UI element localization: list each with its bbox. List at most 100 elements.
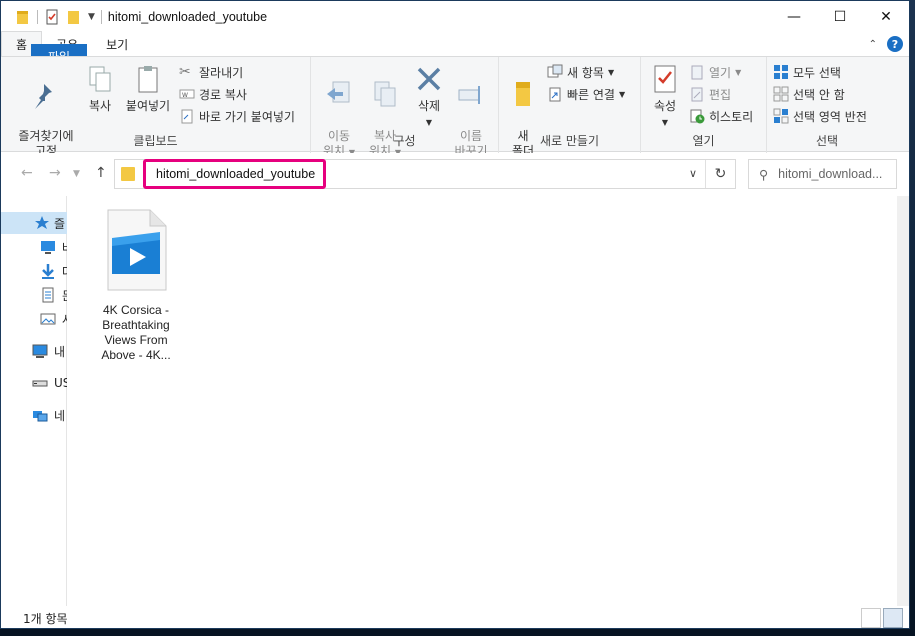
new-folder-icon[interactable] <box>66 9 82 25</box>
refresh-button[interactable]: ↻ <box>705 160 735 188</box>
cut-button[interactable]: ✂ 잘라내기 <box>179 62 243 82</box>
minimize-button[interactable]: — <box>771 1 817 32</box>
properties-icon <box>654 65 676 93</box>
delete-button[interactable]: 삭제 ▼ <box>409 63 449 130</box>
search-input[interactable]: ⚲ hitomi_download... <box>748 159 897 189</box>
tab-view[interactable]: 보기 <box>92 32 142 56</box>
download-icon <box>42 264 54 279</box>
clipboard-group-label: 클립보드 <box>133 134 178 148</box>
invert-selection-button[interactable]: 선택 영역 반전 <box>773 106 867 126</box>
properties-icon[interactable] <box>44 9 60 25</box>
edit-button[interactable]: 편집 <box>689 84 731 104</box>
open-label: 열기 <box>709 65 732 80</box>
copy-icon <box>89 66 111 92</box>
help-icon[interactable]: ? <box>887 36 903 52</box>
nav-label: 문 <box>62 287 67 304</box>
select-none-label: 선택 안 함 <box>793 87 845 102</box>
search-placeholder: hitomi_download... <box>778 167 883 181</box>
star-icon <box>35 216 49 229</box>
history-button[interactable]: 히스토리 <box>689 106 753 126</box>
open-group-label: 열기 <box>692 134 715 148</box>
nav-item-pictures[interactable]: 사 <box>1 308 67 330</box>
paste-icon <box>138 66 158 93</box>
open-icon <box>691 65 703 80</box>
new-item-button[interactable]: 새 항목 ▼ <box>547 62 614 82</box>
details-view-button[interactable] <box>861 608 881 628</box>
large-icons-view-button[interactable] <box>883 608 903 628</box>
paste-shortcut-label: 바로 가기 붙여넣기 <box>199 109 295 124</box>
nav-item-network[interactable]: 네 <box>1 404 67 426</box>
nav-label: 바 <box>62 239 67 256</box>
nav-item-downloads[interactable]: 다 <box>1 260 67 282</box>
open-group: 속성 ▼ 열기 ▼ 편집 히스토리 열기 <box>641 57 767 153</box>
nav-item-quick-access[interactable]: 즐 <box>1 212 67 234</box>
expand-ribbon-icon[interactable]: ⌃ <box>869 39 877 50</box>
ribbon-tabs: 파일 홈 공유 보기 ⌃ ? <box>1 31 909 68</box>
copy-path-label: 경로 복사 <box>199 87 247 102</box>
invert-selection-label: 선택 영역 반전 <box>793 109 867 124</box>
ribbon: 즐겨찾기에 고정 복사 붙여넣기 ✂ 잘라내기 W 경로 복사 바로 가기 붙여… <box>1 56 909 158</box>
new-item-label: 새 항목 <box>567 65 604 80</box>
close-button[interactable]: ✕ <box>863 1 909 32</box>
copy-path-icon: W <box>179 89 195 99</box>
nav-item-this-pc[interactable]: 내 <box>1 340 67 362</box>
rename-icon <box>458 86 480 104</box>
open-button[interactable]: 열기 ▼ <box>689 62 741 82</box>
scrollbar[interactable] <box>897 196 909 606</box>
back-arrow-icon[interactable]: ← <box>21 165 33 181</box>
paste-shortcut-button[interactable]: 바로 가기 붙여넣기 <box>179 106 295 126</box>
easy-access-label: 빠른 연결 <box>567 87 615 102</box>
up-arrow-icon[interactable]: ↑ <box>95 165 107 181</box>
title-bar: ▼ hitomi_downloaded_youtube — ☐ ✕ <box>1 1 909 32</box>
select-none-button[interactable]: 선택 안 함 <box>773 84 845 104</box>
folder-icon <box>121 167 135 181</box>
pc-icon <box>32 344 48 358</box>
desktop-icon <box>41 241 55 254</box>
chevron-down-icon[interactable]: ▼ <box>88 12 95 22</box>
video-file-icon <box>107 209 167 291</box>
pictures-icon <box>40 313 56 325</box>
clipboard-group: 즐겨찾기에 고정 복사 붙여넣기 ✂ 잘라내기 W 경로 복사 바로 가기 붙여… <box>1 57 311 158</box>
file-item[interactable]: 4K Corsica - Breathtaking Views From Abo… <box>98 208 174 363</box>
select-all-button[interactable]: 모두 선택 <box>773 62 841 82</box>
file-explorer-window: ▼ hitomi_downloaded_youtube — ☐ ✕ 파일 홈 공… <box>0 0 910 629</box>
folder-icon <box>17 10 28 24</box>
copy-button[interactable]: 복사 <box>83 63 117 114</box>
pin-icon <box>35 84 52 109</box>
usb-drive-icon <box>32 380 48 387</box>
delete-icon <box>417 67 441 91</box>
organize-group: 이동 위치 ▼ 복사 위치 ▼ 삭제▼ 이름 바꾸기 구성 <box>311 57 499 158</box>
history-icon <box>690 109 705 124</box>
recent-locations-chevron-icon[interactable]: ▼ <box>73 169 80 179</box>
chevron-down-icon[interactable]: ∨ <box>689 167 697 180</box>
nav-item-desktop[interactable]: 바 <box>1 236 67 258</box>
paste-shortcut-icon <box>181 109 193 124</box>
select-group: 모두 선택 선택 안 함 선택 영역 반전 선택 <box>767 57 887 153</box>
history-label: 히스토리 <box>709 109 754 124</box>
address-path[interactable]: hitomi_downloaded_youtube <box>143 159 326 189</box>
forward-arrow-icon[interactable]: → <box>49 165 61 181</box>
nav-label: 사 <box>62 311 67 328</box>
properties-button[interactable]: 속성 ▼ <box>645 63 685 130</box>
navigation-pane: 즐 바 다 문 사 내 US 네 <box>1 196 67 606</box>
paste-button[interactable]: 붙여넣기 <box>121 63 175 114</box>
window-title: hitomi_downloaded_youtube <box>107 9 268 24</box>
move-to-icon <box>327 81 350 103</box>
status-bar: 1개 항목 <box>1 606 909 628</box>
nav-label: 네 <box>54 408 66 423</box>
paste-label: 붙여넣기 <box>125 99 171 113</box>
nav-item-usb-drive[interactable]: US <box>1 372 67 394</box>
new-group: 새 폴더 새 항목 ▼ 빠른 연결 ▼ 새로 만들기 <box>499 57 641 158</box>
copy-path-button[interactable]: W 경로 복사 <box>179 84 247 104</box>
address-bar[interactable]: hitomi_downloaded_youtube ∨ ↻ <box>114 159 736 189</box>
easy-access-button[interactable]: 빠른 연결 ▼ <box>547 84 625 104</box>
navigation-bar: ← → ▼ ↑ hitomi_downloaded_youtube ∨ ↻ ⚲ … <box>1 153 909 195</box>
quick-access-toolbar: ▼ <box>1 1 102 32</box>
nav-label: 내 <box>54 344 66 359</box>
maximize-button[interactable]: ☐ <box>817 1 863 32</box>
nav-label: 즐 <box>54 216 66 231</box>
nav-label: 다 <box>62 263 67 280</box>
invert-selection-icon <box>773 108 789 124</box>
nav-item-documents[interactable]: 문 <box>1 284 67 306</box>
new-item-icon <box>547 64 563 78</box>
